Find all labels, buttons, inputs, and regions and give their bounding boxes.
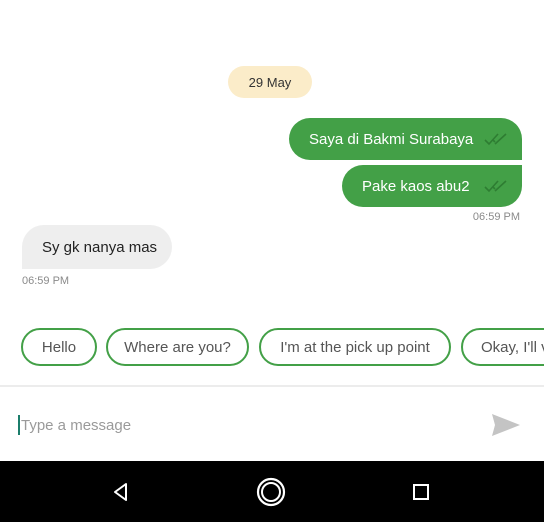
text-cursor xyxy=(18,415,20,435)
quick-reply-chip[interactable]: Hello xyxy=(21,328,97,366)
message-timestamp: 06:59 PM xyxy=(472,211,520,223)
home-circle-icon xyxy=(256,477,286,507)
outgoing-message[interactable]: Pake kaos abu2 xyxy=(342,165,522,207)
message-text: Saya di Bakmi Surabaya xyxy=(309,130,474,148)
send-icon xyxy=(492,414,520,436)
double-check-icon xyxy=(484,180,507,193)
message-text: Sy gk nanya mas xyxy=(42,238,158,256)
outgoing-message[interactable]: Saya di Bakmi Surabaya xyxy=(289,118,522,160)
quick-reply-chip[interactable]: Where are you? xyxy=(106,328,249,366)
message-composer xyxy=(0,387,544,461)
recents-square-icon xyxy=(413,484,429,500)
message-input[interactable] xyxy=(21,411,461,439)
quick-reply-chip[interactable]: I'm at the pick up point xyxy=(259,328,451,366)
back-triangle-icon xyxy=(114,483,127,501)
nav-home-button[interactable] xyxy=(254,475,288,509)
nav-back-button[interactable] xyxy=(104,475,138,509)
nav-recents-button[interactable] xyxy=(404,475,438,509)
incoming-message[interactable]: Sy gk nanya mas xyxy=(22,225,172,269)
date-separator: 29 May xyxy=(228,66,312,98)
message-text: Pake kaos abu2 xyxy=(362,177,470,195)
double-check-icon xyxy=(484,133,507,146)
system-nav-bar xyxy=(0,461,544,522)
send-button[interactable] xyxy=(490,411,522,439)
quick-reply-chip[interactable]: Okay, I'll v xyxy=(461,328,544,366)
message-timestamp: 06:59 PM xyxy=(22,275,70,287)
quick-replies-bar[interactable]: Hello Where are you? I'm at the pick up … xyxy=(0,328,544,368)
chat-screen: 29 May Saya di Bakmi Surabaya Pake kaos … xyxy=(0,0,544,522)
